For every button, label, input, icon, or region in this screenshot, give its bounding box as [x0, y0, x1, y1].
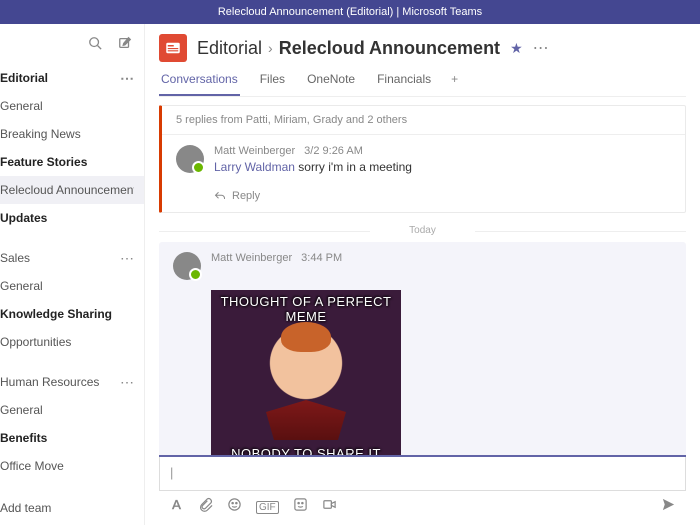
compose-input[interactable]: | [159, 457, 686, 491]
tab-onenote[interactable]: OneNote [305, 72, 357, 96]
sidebar-item-label: General [0, 403, 43, 417]
sidebar-item-label: Sales [0, 251, 30, 265]
avatar[interactable] [173, 252, 201, 280]
meme-face [261, 330, 351, 440]
sidebar-item[interactable]: Feature Stories [0, 148, 144, 176]
more-icon[interactable]: ⋯ [120, 250, 134, 267]
reply-icon [214, 190, 226, 202]
message-time: 3:44 PM [301, 252, 342, 264]
channel-icon [159, 34, 187, 62]
meme-bottom-text: NOBODY TO SHARE IT WITH [215, 446, 397, 455]
emoji-icon[interactable] [227, 497, 242, 517]
sidebar-item[interactable]: Editorial ⋯ [0, 64, 144, 92]
tab-financials[interactable]: Financials [375, 72, 433, 96]
sidebar-item-label: General [0, 99, 43, 113]
search-icon[interactable] [88, 36, 102, 53]
sidebar-item[interactable]: Office Move [0, 452, 144, 480]
message-text: sorry i'm in a meeting [298, 160, 412, 174]
sidebar-item-label: Feature Stories [0, 155, 87, 169]
sidebar-item[interactable]: Updates [0, 204, 144, 232]
title-bar: Relecloud Announcement (Editorial) | Mic… [0, 0, 700, 24]
mention[interactable]: Larry Waldman [214, 160, 295, 174]
message-author: Matt Weinberger [211, 252, 292, 264]
breadcrumb: Editorial › Relecloud Announcement [197, 38, 500, 59]
breadcrumb-parent[interactable]: Editorial [197, 38, 262, 59]
message-post: Matt Weinberger 3:44 PM THOUGHT OF A PER… [159, 242, 686, 455]
sidebar-item[interactable]: General [0, 92, 144, 120]
sticker-icon[interactable] [293, 497, 308, 517]
sidebar-item-label: Relecloud Announcement [0, 183, 134, 197]
sidebar-item[interactable]: Opportunities [0, 328, 144, 356]
collapsed-thread[interactable]: 5 replies from Patti, Miriam, Grady and … [159, 105, 686, 213]
sidebar-item-label: General [0, 279, 43, 293]
thread-summary[interactable]: 5 replies from Patti, Miriam, Grady and … [162, 106, 685, 135]
tab-conversations[interactable]: Conversations [159, 72, 240, 96]
add-team-link[interactable]: Add team [0, 491, 144, 525]
message-time: 3/2 9:26 AM [304, 145, 363, 157]
message-composer: | GIF [159, 455, 686, 525]
more-icon[interactable]: ⋯ [120, 374, 134, 391]
sidebar-item[interactable]: Knowledge Sharing [0, 300, 144, 328]
sidebar-item[interactable]: Human Resources ⋯ [0, 368, 144, 396]
sidebar-item[interactable]: Benefits [0, 424, 144, 452]
sidebar-item-label: Editorial [0, 71, 48, 85]
sidebar-item[interactable]: Breaking News [0, 120, 144, 148]
sidebar-item-label: Benefits [0, 431, 47, 445]
sidebar-item-label: Updates [0, 211, 47, 225]
sidebar: Editorial ⋯ General Breaking News Feature St… [0, 24, 145, 525]
sidebar-item-label: Human Resources [0, 375, 99, 389]
sidebar-item-label: Office Move [0, 459, 64, 473]
meet-now-icon[interactable] [322, 497, 337, 517]
day-separator: Today [159, 225, 686, 236]
gif-icon[interactable]: GIF [256, 501, 279, 514]
avatar[interactable] [176, 145, 204, 173]
breadcrumb-current: Relecloud Announcement [279, 38, 500, 59]
meme-top-text: THOUGHT OF A PERFECT MEME [215, 294, 397, 324]
sidebar-item[interactable]: General [0, 272, 144, 300]
tab-bar: Conversations Files OneNote Financials + [159, 72, 686, 97]
message-author: Matt Weinberger [214, 145, 295, 157]
more-icon[interactable]: ⋯ [120, 70, 134, 87]
tab-files[interactable]: Files [258, 72, 287, 96]
chevron-right-icon: › [268, 40, 273, 56]
sidebar-item-label: Opportunities [0, 335, 71, 349]
reply-button[interactable]: Reply [162, 184, 685, 212]
send-icon[interactable] [661, 497, 676, 517]
sidebar-item-label: Breaking News [0, 127, 81, 141]
sidebar-item[interactable]: Sales ⋯ [0, 244, 144, 272]
window-title: Relecloud Announcement (Editorial) | Mic… [218, 6, 482, 18]
meme-image[interactable]: THOUGHT OF A PERFECT MEME NOBODY TO SHAR… [211, 290, 401, 455]
attach-icon[interactable] [198, 497, 213, 517]
format-icon[interactable] [169, 497, 184, 517]
favorite-star-icon[interactable]: ★ [510, 40, 523, 57]
sidebar-item-label: Knowledge Sharing [0, 307, 112, 321]
add-tab-icon[interactable]: + [451, 72, 458, 96]
sidebar-item[interactable]: Relecloud Announcement [0, 176, 144, 204]
sidebar-item[interactable]: General [0, 396, 144, 424]
more-options-icon[interactable]: ⋯ [533, 38, 549, 58]
compose-icon[interactable] [118, 36, 132, 53]
